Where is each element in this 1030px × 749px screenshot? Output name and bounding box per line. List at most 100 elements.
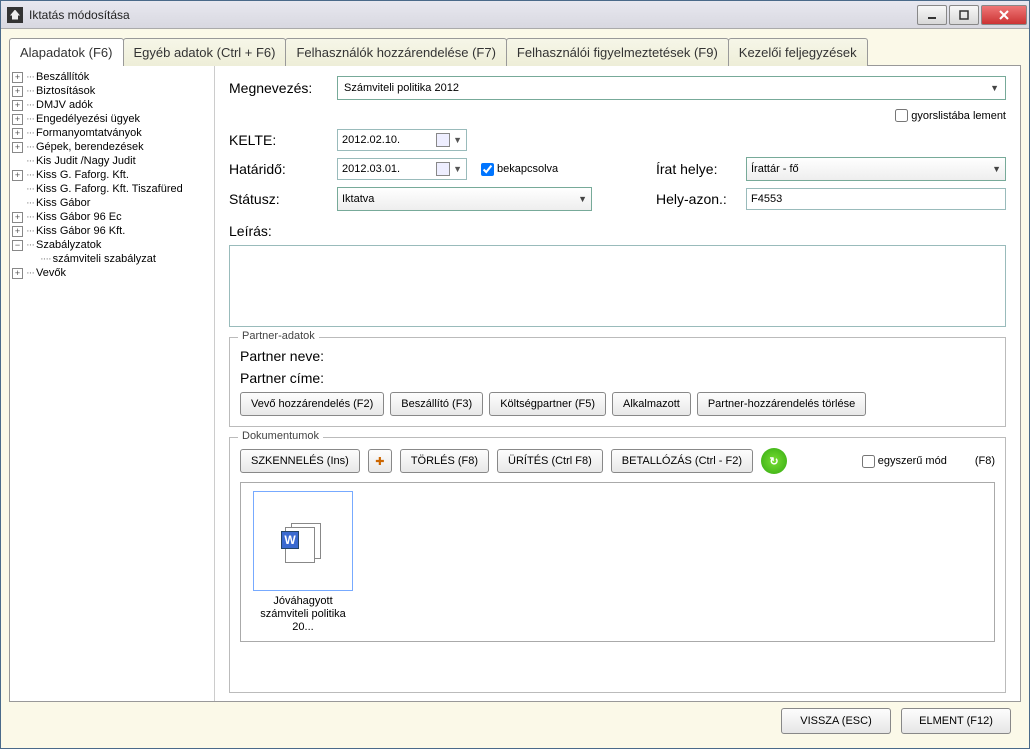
expand-icon[interactable]: + — [12, 142, 23, 153]
megnevezes-combo[interactable]: Számviteli politika 2012 ▼ — [337, 76, 1006, 100]
empty-button[interactable]: ÜRÍTÉS (Ctrl F8) — [497, 449, 603, 473]
doc-thumbnail[interactable]: W Jóváhagyott számviteli politika 20... — [249, 491, 357, 634]
tree-label: Vevők — [36, 267, 66, 279]
simple-mode-input[interactable] — [862, 455, 875, 468]
expand-icon[interactable]: + — [12, 128, 23, 139]
expand-icon[interactable]: + — [12, 72, 23, 83]
tree-item[interactable]: +···Formanyomtatványok — [12, 126, 212, 140]
partner-legend: Partner-adatok — [238, 330, 319, 342]
expand-icon[interactable]: + — [12, 114, 23, 125]
expand-icon[interactable]: + — [12, 268, 23, 279]
statusz-label: Státusz: — [229, 191, 337, 207]
tree-label: Szabályzatok — [36, 239, 101, 251]
tree-item[interactable]: +···DMJV adók — [12, 98, 212, 112]
bekapcsolva-checkbox[interactable]: bekapcsolva — [477, 160, 558, 179]
window-controls — [917, 5, 1029, 25]
tree-item[interactable]: +···Biztosítások — [12, 84, 212, 98]
tree-label: Kiss G. Faforg. Kft. — [36, 169, 129, 181]
hatarido-value: 2012.03.01. — [342, 163, 400, 175]
bekapcsolva-label: bekapcsolva — [497, 163, 558, 175]
back-button[interactable]: VISSZA (ESC) — [781, 708, 891, 734]
megnevezes-label: Megnevezés: — [229, 80, 337, 96]
tree-item[interactable]: +···Kiss Gábor 96 Kft. — [12, 224, 212, 238]
expand-icon[interactable]: + — [12, 100, 23, 111]
gyorslista-input[interactable] — [895, 109, 908, 122]
tree-label: Engedélyezési ügyek — [36, 113, 140, 125]
tab-alapadatok[interactable]: Alapadatok (F6) — [9, 38, 124, 66]
tree-label: Kiss Gábor 96 Kft. — [36, 225, 125, 237]
simple-mode-checkbox[interactable]: egyszerű mód — [858, 452, 947, 471]
chevron-down-icon: ▼ — [990, 83, 999, 93]
maximize-button[interactable] — [949, 5, 979, 25]
close-button[interactable] — [981, 5, 1027, 25]
tab-bar: Alapadatok (F6) Egyéb adatok (Ctrl + F6)… — [9, 37, 1021, 65]
tree-connector: ··· — [26, 71, 34, 83]
tree-label: Kis Judit /Nagy Judit — [36, 155, 136, 167]
statusz-combo[interactable]: Iktatva ▼ — [337, 187, 592, 211]
hatarido-field[interactable]: 2012.03.01. ▼ — [337, 158, 467, 180]
save-button[interactable]: ELMENT (F12) — [901, 708, 1011, 734]
tab-egyeb[interactable]: Egyéb adatok (Ctrl + F6) — [123, 38, 287, 66]
kelte-field[interactable]: 2012.02.10. ▼ — [337, 129, 467, 151]
tree-connector: ··· — [26, 127, 34, 139]
hely-azon-input[interactable] — [746, 188, 1006, 210]
tree-item[interactable]: +···Gépek, berendezések — [12, 140, 212, 154]
irat-helye-combo[interactable]: Írattár - fő ▼ — [746, 157, 1006, 181]
collapse-icon[interactable]: − — [12, 240, 23, 251]
tree-item[interactable]: ···Kis Judit /Nagy Judit — [12, 154, 212, 168]
tree-connector: ··· — [26, 99, 34, 111]
gyorslista-checkbox[interactable]: gyorslistába lement — [891, 106, 1006, 125]
chevron-down-icon: ▼ — [453, 164, 462, 174]
attach-icon-button[interactable]: ✚ — [368, 449, 392, 473]
dokumentumok-legend: Dokumentumok — [238, 430, 323, 442]
leiras-label: Leírás: — [229, 223, 337, 239]
expand-icon[interactable]: + — [12, 226, 23, 237]
chevron-down-icon: ▼ — [453, 135, 462, 145]
tree-item[interactable]: +···Beszállítók — [12, 70, 212, 84]
vevo-hozzarendeles-button[interactable]: Vevő hozzárendelés (F2) — [240, 392, 384, 416]
scan-button[interactable]: SZKENNELÉS (Ins) — [240, 449, 360, 473]
tab-kezeloi[interactable]: Kezelői feljegyzések — [728, 38, 868, 66]
tree-item[interactable]: +···Vevők — [12, 266, 212, 280]
tree-label: Gépek, berendezések — [36, 141, 144, 153]
tree-item[interactable]: +···Kiss G. Faforg. Kft. — [12, 168, 212, 182]
f8-hint: (F8) — [975, 455, 995, 467]
leiras-textarea[interactable] — [229, 245, 1006, 327]
partner-torles-button[interactable]: Partner-hozzárendelés törlése — [697, 392, 866, 416]
expand-icon[interactable]: + — [12, 170, 23, 181]
partner-neve-label: Partner neve: — [240, 348, 348, 364]
bekapcsolva-input[interactable] — [481, 163, 494, 176]
tree-label: Kiss Gábor 96 Ec — [36, 211, 122, 223]
tree-connector: ··· — [26, 211, 34, 223]
browse-button[interactable]: BETALLÓZÁS (Ctrl - F2) — [611, 449, 753, 473]
beszallito-button[interactable]: Beszállító (F3) — [390, 392, 483, 416]
tree-item[interactable]: ····számviteli szabályzat — [26, 252, 212, 266]
tab-figyelmeztetes[interactable]: Felhasználói figyelmeztetések (F9) — [506, 38, 729, 66]
tree-connector: ··· — [26, 85, 34, 97]
category-tree[interactable]: +···Beszállítók+···Biztosítások+···DMJV … — [10, 66, 215, 701]
alkalmazott-button[interactable]: Alkalmazott — [612, 392, 691, 416]
client-area: Alapadatok (F6) Egyéb adatok (Ctrl + F6)… — [1, 29, 1029, 748]
minimize-button[interactable] — [917, 5, 947, 25]
tab-felhasznalok[interactable]: Felhasználók hozzárendelése (F7) — [285, 38, 506, 66]
tree-connector: ··· — [26, 183, 34, 195]
doc-area[interactable]: W Jóváhagyott számviteli politika 20... — [240, 482, 995, 642]
tree-connector: ··· — [26, 267, 34, 279]
delete-button[interactable]: TÖRLÉS (F8) — [400, 449, 489, 473]
calendar-icon — [436, 133, 450, 147]
statusz-value: Iktatva — [342, 193, 374, 205]
expand-icon[interactable]: + — [12, 86, 23, 97]
tree-connector: ··· — [26, 113, 34, 125]
tree-item[interactable]: ···Kiss Gábor — [12, 196, 212, 210]
tree-item[interactable]: −···Szabályzatok — [12, 238, 212, 252]
app-icon — [7, 7, 23, 23]
tree-item[interactable]: +···Kiss Gábor 96 Ec — [12, 210, 212, 224]
refresh-button[interactable]: ↻ — [761, 448, 787, 474]
tree-item[interactable]: ···Kiss G. Faforg. Kft. Tiszafüred — [12, 182, 212, 196]
irat-helye-value: Írattár - fő — [751, 163, 799, 175]
titlebar: Iktatás módosítása — [1, 1, 1029, 29]
koltsegpartner-button[interactable]: Költségpartner (F5) — [489, 392, 606, 416]
expand-icon[interactable]: + — [12, 212, 23, 223]
kelte-value: 2012.02.10. — [342, 134, 400, 146]
tree-item[interactable]: +···Engedélyezési ügyek — [12, 112, 212, 126]
